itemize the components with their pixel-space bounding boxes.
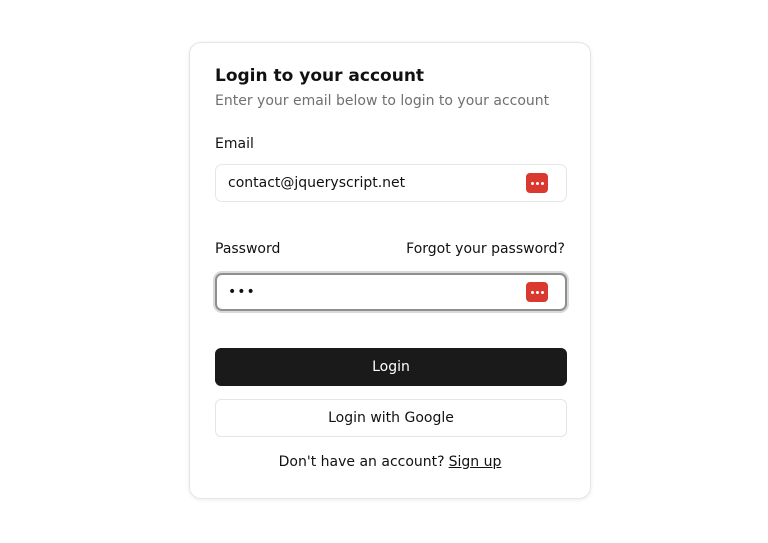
email-label: Email	[215, 136, 254, 152]
password-field[interactable]	[215, 273, 567, 311]
password-manager-icon[interactable]	[526, 282, 548, 302]
email-input[interactable]	[228, 165, 518, 201]
card-subtitle: Enter your email below to login to your …	[215, 93, 550, 109]
password-input[interactable]	[228, 275, 518, 309]
signup-link[interactable]: Sign up	[449, 454, 502, 470]
signup-row: Don't have an account? Sign up	[190, 454, 590, 470]
password-manager-icon[interactable]	[526, 173, 548, 193]
login-button[interactable]: Login	[215, 348, 567, 386]
password-label: Password	[215, 241, 281, 257]
email-field[interactable]	[215, 164, 567, 202]
forgot-password-link[interactable]: Forgot your password?	[406, 241, 565, 257]
signup-prompt: Don't have an account?	[278, 454, 445, 470]
card-title: Login to your account	[215, 66, 425, 86]
login-with-google-button[interactable]: Login with Google	[215, 399, 567, 437]
login-card: Login to your account Enter your email b…	[189, 42, 591, 499]
